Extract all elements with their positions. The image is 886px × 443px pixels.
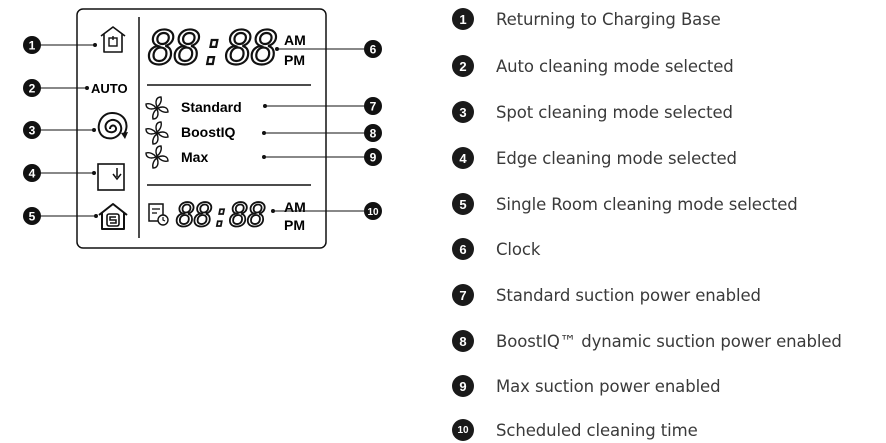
home-icon [100,26,126,53]
callout-badge-1: 1 [23,36,41,54]
clock-pm: PM [284,52,305,68]
callout-badge-4: 4 [23,164,41,182]
legend-text: Standard suction power enabled [496,285,761,305]
clock-digits: 88:88 [148,21,277,75]
svg-text:7: 7 [370,100,377,114]
edge-icon [97,163,125,191]
schedule-icon [148,203,169,226]
legend-badge: 6 [452,238,474,260]
legend-text: Single Room cleaning mode selected [496,194,798,214]
legend-item-2: 2 Auto cleaning mode selected [452,54,734,78]
legend-text: Auto cleaning mode selected [496,56,734,76]
legend-item-6: 6 Clock [452,237,540,261]
legend-item-10: 10 Scheduled cleaning time [452,418,698,442]
legend-text: Max suction power enabled [496,376,721,396]
schedule-am: AM [284,199,306,215]
legend-badge: 9 [452,375,474,397]
legend-text: Edge cleaning mode selected [496,148,737,168]
legend-badge: 7 [452,284,474,306]
legend-text: Scheduled cleaning time [496,420,698,440]
svg-text:10: 10 [367,207,379,218]
legend-item-5: 5 Single Room cleaning mode selected [452,192,798,216]
legend-badge: 3 [452,101,474,123]
callout-badge-3: 3 [23,121,41,139]
clock-am: AM [284,32,306,48]
schedule-digits: 88:88 [176,196,265,234]
legend-badge: 2 [452,55,474,77]
callout-badge-9: 9 [364,148,382,166]
suction-mode-standard: Standard [145,96,242,120]
legend-badge: 5 [452,193,474,215]
single-room-icon [98,203,128,230]
suction-label-boostiq: BoostIQ [181,124,236,140]
svg-text:5: 5 [29,210,36,224]
legend-item-4: 4 Edge cleaning mode selected [452,146,737,170]
suction-mode-max: Max [145,145,208,169]
legend-text: Returning to Charging Base [496,9,721,29]
schedule-display: 88:88 AM PM [175,195,306,235]
callout-badge-10: 10 [364,202,382,220]
callout-badge-7: 7 [364,97,382,115]
legend-text: Clock [496,239,541,259]
svg-text:4: 4 [29,167,36,181]
legend-text: BoostIQ™ dynamic suction power enabled [496,331,842,351]
suction-label-standard: Standard [181,99,242,115]
legend-badge: 4 [452,147,474,169]
legend-item-3: 3 Spot cleaning mode selected [452,100,733,124]
svg-text:9: 9 [370,151,377,165]
clock-display: 88:88 AM PM [147,20,306,76]
legend-item-7: 7 Standard suction power enabled [452,283,761,307]
callout-badge-8: 8 [364,124,382,142]
callout-badge-5: 5 [23,207,41,225]
svg-text:8: 8 [370,127,377,141]
legend-item-9: 9 Max suction power enabled [452,374,721,398]
callout-badge-6: 6 [364,40,382,58]
schedule-pm: PM [284,217,305,233]
legend-item-1: 1 Returning to Charging Base [452,7,721,31]
suction-label-max: Max [181,149,208,165]
svg-text:1: 1 [29,39,36,53]
display-diagram: AUTO 88:88 AM PM Standard BoostIQ Max 88… [23,8,382,249]
legend-item-8: 8 BoostIQ™ dynamic suction power enabled [452,329,842,353]
svg-text:2: 2 [29,82,36,96]
legend-text: Spot cleaning mode selected [496,102,733,122]
svg-text:6: 6 [370,43,377,57]
legend-badge: 1 [452,8,474,30]
suction-mode-boostiq: BoostIQ [145,121,236,145]
spot-spiral-icon [97,111,128,140]
legend: 1 Returning to Charging Base 2 Auto clea… [452,0,882,443]
svg-text:3: 3 [29,124,36,138]
legend-badge: 8 [452,330,474,352]
legend-badge: 10 [452,419,474,441]
auto-label: AUTO [91,81,128,96]
callout-badge-2: 2 [23,79,41,97]
